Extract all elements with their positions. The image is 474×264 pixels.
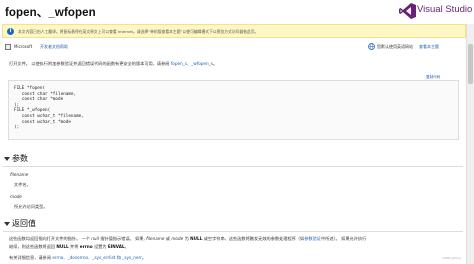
text: 。 [141,255,147,260]
text: 设置为 [93,244,107,249]
document-icon [5,44,11,50]
title-bar: fopen、_wfopen Visual Studio [0,0,474,24]
text: filename [146,236,165,241]
text: null [91,236,99,241]
text: 中所述）。 如果允许执行 [321,236,367,241]
source-link[interactable]: 开发者文档帮助 [40,44,68,50]
return-value-section-header[interactable]: 返回值 [3,218,463,232]
text: 有关详细信息，请参阅 [9,255,51,260]
return-paragraph-line1: 这些函数均返回指向打开文件的指针。 一个 null 指针值指示错误。 如果, f… [9,236,366,242]
return-value-heading: 返回值 [12,219,36,228]
source-label: Microsoft [14,44,33,49]
errno-link[interactable]: errno、_doserrno、_sys_errlist 和 _sys_nerr [52,255,142,260]
param-desc: 所允许访问类型。 [14,204,48,209]
collapse-triangle-icon[interactable] [4,157,10,161]
text: NULL [190,236,203,241]
text: 继续，则这些函数将返回 [9,244,56,249]
language-icon [368,43,375,50]
text: 为 [184,236,189,241]
visual-studio-icon [399,3,416,19]
text: errno [79,244,93,249]
fopen-s-link[interactable]: fopen_s、_wfopen_s [171,61,213,66]
vertical-scrollbar[interactable] [466,24,474,264]
text: 或空字符串，这些函数将触发无效的参数处理程序（如 [203,236,305,241]
watermark: CSDN @tony [442,256,462,260]
return-paragraph-line3: 有关详细信息，请参阅 errno、_doserrno、_sys_errlist … [9,255,146,261]
param-name: mode [10,194,22,199]
param-name: filename [10,172,29,177]
text: 。 [124,244,129,249]
section-divider [3,231,463,232]
scrollbar-thumb[interactable] [468,44,473,84]
source-bar: Microsoft 开发者文档帮助 您默认使用英语网站 查看本主题 [2,41,464,53]
param-desc: 文件名。 [14,182,31,187]
intro-paragraph: 打开文件。 以使执行附加参数验证并返回错误代码的函数有更安全的版本可用，请参阅 … [9,61,217,67]
section-divider [3,166,463,167]
parameters-section-header[interactable]: 参数 [3,153,463,167]
text: mode [171,236,184,241]
visual-studio-logo[interactable]: Visual Studio [399,3,473,19]
text: EINVAL [107,244,125,249]
text: 并将 [70,244,79,249]
text: 指针值指示错误。 如果, [100,236,145,241]
language-text: 您默认使用英语网站 [377,44,413,49]
text: NULL [56,244,69,249]
syntax-code-block: FILE *fopen( const char *filename, const… [8,80,459,140]
notice-text: 本文内容已由人工翻译。将鼠标悬停在英文原文上可以查看 Internet。请选择“… [18,29,259,34]
text: 这些函数均返回指向打开文件的指针。 一个 [9,236,90,241]
text: 或 [165,236,170,241]
parameters-heading: 参数 [12,154,28,163]
page-title: fopen、_wfopen [5,7,96,19]
parameter-validation-link[interactable]: 参数验证 [304,236,321,241]
code-line: ); [14,125,20,131]
translation-notice: i 本文内容已由人工翻译。将鼠标悬停在英文原文上可以查看 Internet。请选… [2,24,466,38]
info-icon: i [7,28,14,35]
collapse-triangle-icon[interactable] [4,222,10,226]
return-paragraph-line2: 继续，则这些函数将返回 NULL 并将 errno 设置为 EINVAL。 [9,244,129,250]
intro-suffix: 。 [212,61,218,66]
language-link[interactable]: 查看本主题 [419,44,439,50]
logo-text: Visual Studio [417,4,473,15]
intro-text: 打开文件。 以使执行附加参数验证并返回错误代码的函数有更安全的版本可用，请参阅 [9,61,170,66]
